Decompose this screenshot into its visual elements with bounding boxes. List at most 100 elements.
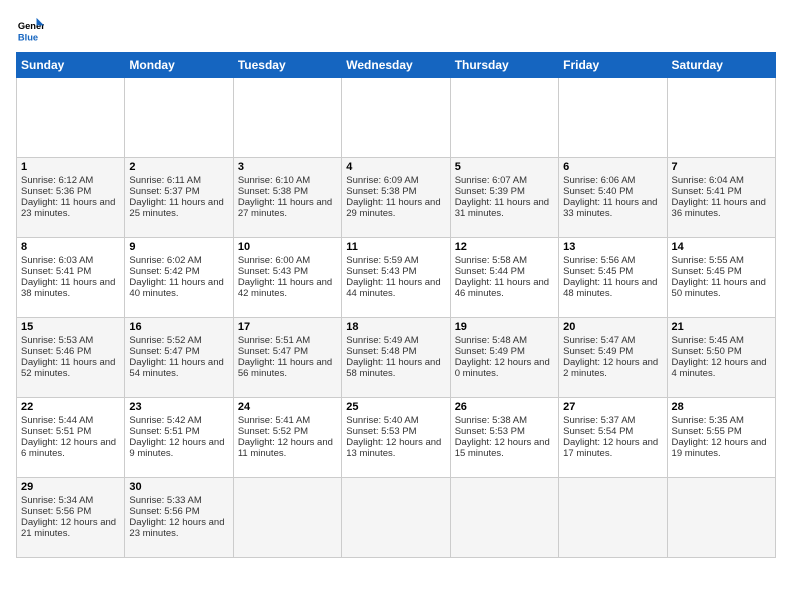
sunset-text: Sunset: 5:38 PM xyxy=(346,186,416,197)
sunrise-text: Sunrise: 6:03 AM xyxy=(21,255,93,266)
sunset-text: Sunset: 5:41 PM xyxy=(672,186,742,197)
daylight-text: Daylight: 12 hours and 11 minutes. xyxy=(238,437,333,459)
daylight-text: Daylight: 11 hours and 33 minutes. xyxy=(563,197,657,219)
sunset-text: Sunset: 5:48 PM xyxy=(346,346,416,357)
day-number: 12 xyxy=(455,241,554,253)
calendar-cell: 15Sunrise: 5:53 AMSunset: 5:46 PMDayligh… xyxy=(17,318,125,398)
sunrise-text: Sunrise: 6:04 AM xyxy=(672,175,744,186)
day-number: 4 xyxy=(346,161,445,173)
sunrise-text: Sunrise: 5:35 AM xyxy=(672,415,744,426)
calendar-cell xyxy=(342,478,450,558)
day-number: 24 xyxy=(238,401,337,413)
day-header-wednesday: Wednesday xyxy=(342,53,450,78)
sunrise-text: Sunrise: 6:12 AM xyxy=(21,175,93,186)
day-number: 16 xyxy=(129,321,228,333)
sunrise-text: Sunrise: 5:48 AM xyxy=(455,335,527,346)
daylight-text: Daylight: 12 hours and 21 minutes. xyxy=(21,517,116,539)
daylight-text: Daylight: 12 hours and 13 minutes. xyxy=(346,437,441,459)
calendar-cell: 30Sunrise: 5:33 AMSunset: 5:56 PMDayligh… xyxy=(125,478,233,558)
sunset-text: Sunset: 5:55 PM xyxy=(672,426,742,437)
calendar-cell: 17Sunrise: 5:51 AMSunset: 5:47 PMDayligh… xyxy=(233,318,341,398)
sunset-text: Sunset: 5:47 PM xyxy=(129,346,199,357)
logo: General Blue xyxy=(16,16,44,44)
sunset-text: Sunset: 5:40 PM xyxy=(563,186,633,197)
sunrise-text: Sunrise: 6:11 AM xyxy=(129,175,201,186)
sunrise-text: Sunrise: 5:53 AM xyxy=(21,335,93,346)
sunrise-text: Sunrise: 5:44 AM xyxy=(21,415,93,426)
calendar-cell: 12Sunrise: 5:58 AMSunset: 5:44 PMDayligh… xyxy=(450,238,558,318)
daylight-text: Daylight: 11 hours and 36 minutes. xyxy=(672,197,766,219)
calendar-cell xyxy=(233,478,341,558)
sunrise-text: Sunrise: 5:34 AM xyxy=(21,495,93,506)
day-header-tuesday: Tuesday xyxy=(233,53,341,78)
day-number: 18 xyxy=(346,321,445,333)
daylight-text: Daylight: 11 hours and 27 minutes. xyxy=(238,197,332,219)
day-header-sunday: Sunday xyxy=(17,53,125,78)
sunset-text: Sunset: 5:50 PM xyxy=(672,346,742,357)
daylight-text: Daylight: 12 hours and 17 minutes. xyxy=(563,437,658,459)
sunset-text: Sunset: 5:39 PM xyxy=(455,186,525,197)
daylight-text: Daylight: 11 hours and 54 minutes. xyxy=(129,357,223,379)
daylight-text: Daylight: 11 hours and 46 minutes. xyxy=(455,277,549,299)
sunset-text: Sunset: 5:49 PM xyxy=(455,346,525,357)
sunset-text: Sunset: 5:36 PM xyxy=(21,186,91,197)
daylight-text: Daylight: 12 hours and 15 minutes. xyxy=(455,437,550,459)
sunset-text: Sunset: 5:51 PM xyxy=(129,426,199,437)
daylight-text: Daylight: 12 hours and 23 minutes. xyxy=(129,517,224,539)
sunset-text: Sunset: 5:52 PM xyxy=(238,426,308,437)
sunrise-text: Sunrise: 5:42 AM xyxy=(129,415,201,426)
daylight-text: Daylight: 11 hours and 50 minutes. xyxy=(672,277,766,299)
day-number: 7 xyxy=(672,161,771,173)
week-row-5: 22Sunrise: 5:44 AMSunset: 5:51 PMDayligh… xyxy=(17,398,776,478)
calendar-cell: 21Sunrise: 5:45 AMSunset: 5:50 PMDayligh… xyxy=(667,318,775,398)
day-header-monday: Monday xyxy=(125,53,233,78)
day-number: 9 xyxy=(129,241,228,253)
calendar-cell: 14Sunrise: 5:55 AMSunset: 5:45 PMDayligh… xyxy=(667,238,775,318)
calendar-cell xyxy=(233,78,341,158)
calendar-cell: 20Sunrise: 5:47 AMSunset: 5:49 PMDayligh… xyxy=(559,318,667,398)
sunset-text: Sunset: 5:56 PM xyxy=(129,506,199,517)
page-header: General Blue xyxy=(16,16,776,44)
sunrise-text: Sunrise: 6:07 AM xyxy=(455,175,527,186)
daylight-text: Daylight: 11 hours and 52 minutes. xyxy=(21,357,115,379)
daylight-text: Daylight: 12 hours and 4 minutes. xyxy=(672,357,767,379)
calendar-cell: 1Sunrise: 6:12 AMSunset: 5:36 PMDaylight… xyxy=(17,158,125,238)
calendar-cell: 29Sunrise: 5:34 AMSunset: 5:56 PMDayligh… xyxy=(17,478,125,558)
sunrise-text: Sunrise: 5:55 AM xyxy=(672,255,744,266)
daylight-text: Daylight: 12 hours and 0 minutes. xyxy=(455,357,550,379)
calendar-cell xyxy=(667,78,775,158)
daylight-text: Daylight: 11 hours and 40 minutes. xyxy=(129,277,223,299)
sunrise-text: Sunrise: 6:02 AM xyxy=(129,255,201,266)
sunrise-text: Sunrise: 6:00 AM xyxy=(238,255,310,266)
calendar-cell xyxy=(559,478,667,558)
sunrise-text: Sunrise: 5:37 AM xyxy=(563,415,635,426)
sunset-text: Sunset: 5:38 PM xyxy=(238,186,308,197)
calendar-cell: 19Sunrise: 5:48 AMSunset: 5:49 PMDayligh… xyxy=(450,318,558,398)
calendar-cell: 28Sunrise: 5:35 AMSunset: 5:55 PMDayligh… xyxy=(667,398,775,478)
day-number: 27 xyxy=(563,401,662,413)
daylight-text: Daylight: 11 hours and 25 minutes. xyxy=(129,197,223,219)
logo-icon: General Blue xyxy=(16,16,44,44)
calendar-cell: 8Sunrise: 6:03 AMSunset: 5:41 PMDaylight… xyxy=(17,238,125,318)
day-number: 22 xyxy=(21,401,120,413)
day-number: 8 xyxy=(21,241,120,253)
sunset-text: Sunset: 5:51 PM xyxy=(21,426,91,437)
daylight-text: Daylight: 12 hours and 6 minutes. xyxy=(21,437,116,459)
calendar-cell: 22 Sunrise: 5:44 AMSunset: 5:51 PMDayligh… xyxy=(17,398,125,478)
day-number: 2 xyxy=(129,161,228,173)
sunrise-text: Sunrise: 5:51 AM xyxy=(238,335,310,346)
calendar-cell xyxy=(667,478,775,558)
day-header-saturday: Saturday xyxy=(667,53,775,78)
week-row-2: 1Sunrise: 6:12 AMSunset: 5:36 PMDaylight… xyxy=(17,158,776,238)
calendar-header: SundayMondayTuesdayWednesdayThursdayFrid… xyxy=(17,53,776,78)
sunset-text: Sunset: 5:53 PM xyxy=(455,426,525,437)
week-row-3: 8Sunrise: 6:03 AMSunset: 5:41 PMDaylight… xyxy=(17,238,776,318)
week-row-1 xyxy=(17,78,776,158)
calendar-cell xyxy=(125,78,233,158)
calendar-cell: 25Sunrise: 5:40 AMSunset: 5:53 PMDayligh… xyxy=(342,398,450,478)
day-number: 10 xyxy=(238,241,337,253)
sunset-text: Sunset: 5:45 PM xyxy=(563,266,633,277)
calendar-cell xyxy=(450,478,558,558)
calendar-cell: 5Sunrise: 6:07 AMSunset: 5:39 PMDaylight… xyxy=(450,158,558,238)
sunrise-text: Sunrise: 5:41 AM xyxy=(238,415,310,426)
